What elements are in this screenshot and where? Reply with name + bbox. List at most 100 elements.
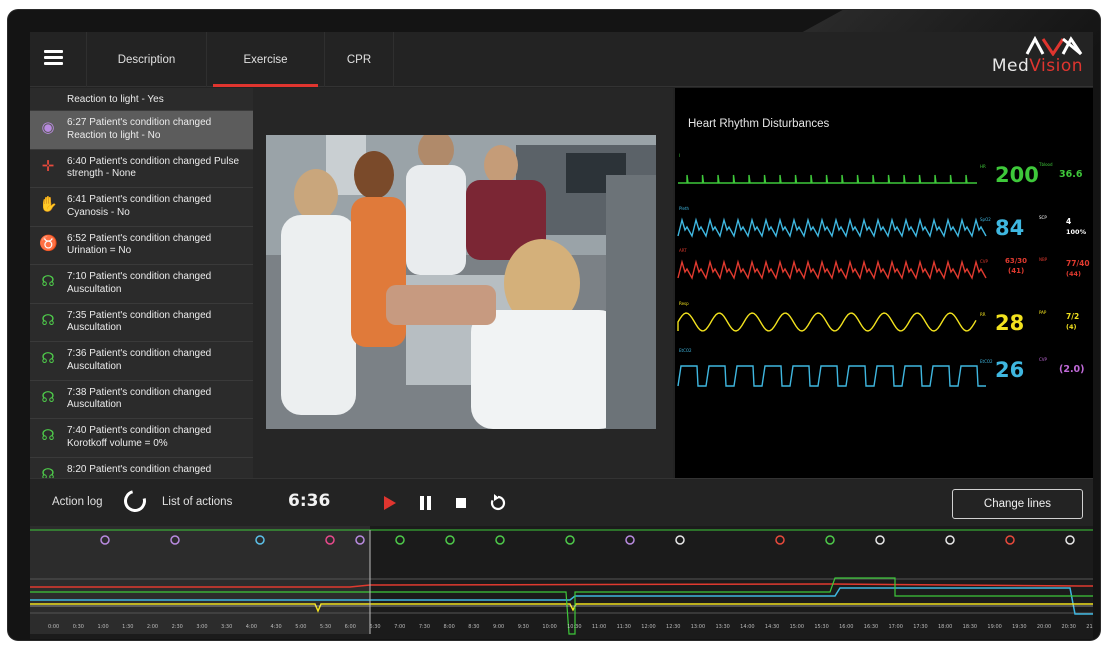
timeline-tick-label: 18:00 [938,624,952,630]
action-log-list[interactable]: Reaction to light - Yes ◉ 6:27 Patient's c… [30,88,253,478]
timeline-tick-label: 1:00 [97,624,108,630]
timeline-tick-label: 0:00 [48,624,59,630]
action-log-item-text: 6:40 Patient's condition changed Pulse s… [67,155,240,180]
timeline-tick-label: 6:30 [369,624,380,630]
refresh-icon[interactable] [119,485,151,517]
timeline-tick-label: 10:30 [567,624,581,630]
tab-exercise[interactable]: Exercise [206,32,324,87]
tab-description-label: Description [117,53,176,66]
timeline-event-icon [945,535,955,545]
vital-value: 26 [995,358,1024,382]
vital-side-value: 4 [1066,217,1071,226]
action-log-item[interactable]: ☊ 7:10 Patient's condition changed Auscul… [30,265,253,304]
timeline-event-icon [775,535,785,545]
timeline-tick-label: 14:00 [740,624,754,630]
waveform-label: Resp [679,301,689,306]
action-log-item[interactable]: ☊ 7:35 Patient's condition changed Auscul… [30,304,253,342]
play-icon[interactable] [379,493,399,513]
simulation-video[interactable] [266,135,656,429]
tab-cpr[interactable]: CPR [324,32,394,87]
timeline-tick-label: 17:30 [913,624,927,630]
action-log-item-text: 6:41 Patient's condition changed Cyanosi… [67,194,212,218]
waveform-label: I [679,153,680,158]
timeline-tick-label: 12:30 [666,624,680,630]
pause-icon[interactable] [416,493,436,513]
action-log-item[interactable]: ◉ 6:27 Patient's condition changed Reacti… [30,111,253,150]
stethoscope-icon: ☊ [41,350,55,367]
timeline-tick-label: 4:00 [246,624,257,630]
timeline-event-icon [495,535,505,545]
vital-side-value: 36.6 [1059,169,1083,180]
timeline-tick-label: 11:00 [592,624,606,630]
timeline-tick-label: 3:00 [196,624,207,630]
action-log-item[interactable]: ✛ 6:40 Patient's condition changed Pulse … [30,150,253,188]
video-scene-image [266,135,656,429]
waveform-1 [678,174,977,184]
timeline-tick-label: 2:30 [172,624,183,630]
vital-side-value: 7/2 [1066,312,1079,321]
timeline-event-icon [565,535,575,545]
timeline-tick-label: 12:00 [641,624,655,630]
action-log-item[interactable]: ☊ 7:40 Patient's condition changed Korotk… [30,419,253,458]
action-log-item[interactable]: ♉ 6:52 Patient's condition changed Urinat… [30,227,253,265]
timeline-tick-label: 15:00 [790,624,804,630]
timeline-event-icon [445,535,455,545]
action-log-item-text: Reaction to light - Yes [67,94,164,105]
timeline-tick-label: 15:30 [814,624,828,630]
timeline-tick-label: 8:30 [468,624,479,630]
action-log-item-text: 7:38 Patient's condition changed Auscult… [67,386,212,411]
stethoscope-icon: ☊ [41,311,55,329]
change-lines-label: Change lines [983,498,1052,510]
timeline-tick-label: 16:00 [839,624,853,630]
waveform-label: EtCO2 [679,348,692,353]
action-log-item[interactable]: ☊ 7:36 Patient's condition changed Auscul… [30,342,253,381]
vital-side-value: (2.0) [1059,364,1085,375]
vital-side-label: PAP [1039,310,1047,315]
timeline-tick-label: 18:30 [963,624,977,630]
stethoscope-icon: ☊ [41,388,55,406]
top-bar: Description Exercise CPR MedVision [30,32,1093,87]
action-log-item-text: 6:52 Patient's condition changed Urinati… [67,232,212,257]
timeline-tick-label: 20:30 [1062,624,1076,630]
tab-description[interactable]: Description [86,32,206,87]
timeline-tick-label: 8:00 [444,624,455,630]
video-panel [253,88,673,478]
timeline-tick-label: 0:30 [73,624,84,630]
waveform-5 [677,365,986,387]
stethoscope-icon: ☊ [41,427,55,444]
action-log-item[interactable]: Reaction to light - Yes [30,88,253,111]
pulse-icon: ✛ [41,157,55,175]
action-log-item[interactable]: ☊ 7:38 Patient's condition changed Auscul… [30,381,253,419]
timeline-tick-label: 9:00 [493,624,504,630]
vital-side-label: Tblood [1038,162,1053,167]
vital-label: SpO2 [980,217,991,222]
action-log-tab[interactable]: Action log [52,496,103,508]
timeline-tick-label: 16:30 [864,624,878,630]
action-log-item[interactable]: ✋ 6:41 Patient's condition changed Cyanos… [30,188,253,227]
timeline-tick-label: 13:30 [715,624,729,630]
timeline-event-icon [395,535,405,545]
vital-value-secondary: (41) [1008,267,1024,275]
timeline-graph[interactable]: 0:00 0:30 1:00 1:30 2:00 2:30 3:00 3:30 4:00 4:30… [30,526,1093,639]
session-timeline[interactable]: 0:00 0:30 1:00 1:30 2:00 2:30 3:00 3:30 4:00 4:30… [30,526,1093,639]
action-log-item[interactable]: ☊ 8:20 Patient's condition changed [30,458,253,479]
waveform-label: ART [679,248,687,253]
timeline-tick-label: 10:00 [542,624,556,630]
stethoscope-icon: ☊ [41,273,55,290]
timeline-elapsed-region [30,526,370,634]
restart-icon[interactable] [488,493,508,513]
tab-exercise-label: Exercise [243,53,288,66]
vital-value: 200 [995,163,1039,187]
stop-icon[interactable] [451,493,471,513]
hamburger-menu-icon[interactable] [39,43,71,73]
list-of-actions-tab[interactable]: List of actions [162,496,232,508]
timeline-tick-label: 2:00 [147,624,158,630]
timeline-tick-label: 14:30 [765,624,779,630]
action-log-item-text: 7:10 Patient's condition changed Auscult… [67,271,212,295]
timeline-tick-label: 20:00 [1037,624,1051,630]
vital-value: 84 [995,216,1024,240]
timeline-event-icon [1005,535,1015,545]
change-lines-button[interactable]: Change lines [952,489,1083,519]
timeline-tick-label: 3:30 [221,624,232,630]
waveform-label: Pleth [679,206,690,211]
